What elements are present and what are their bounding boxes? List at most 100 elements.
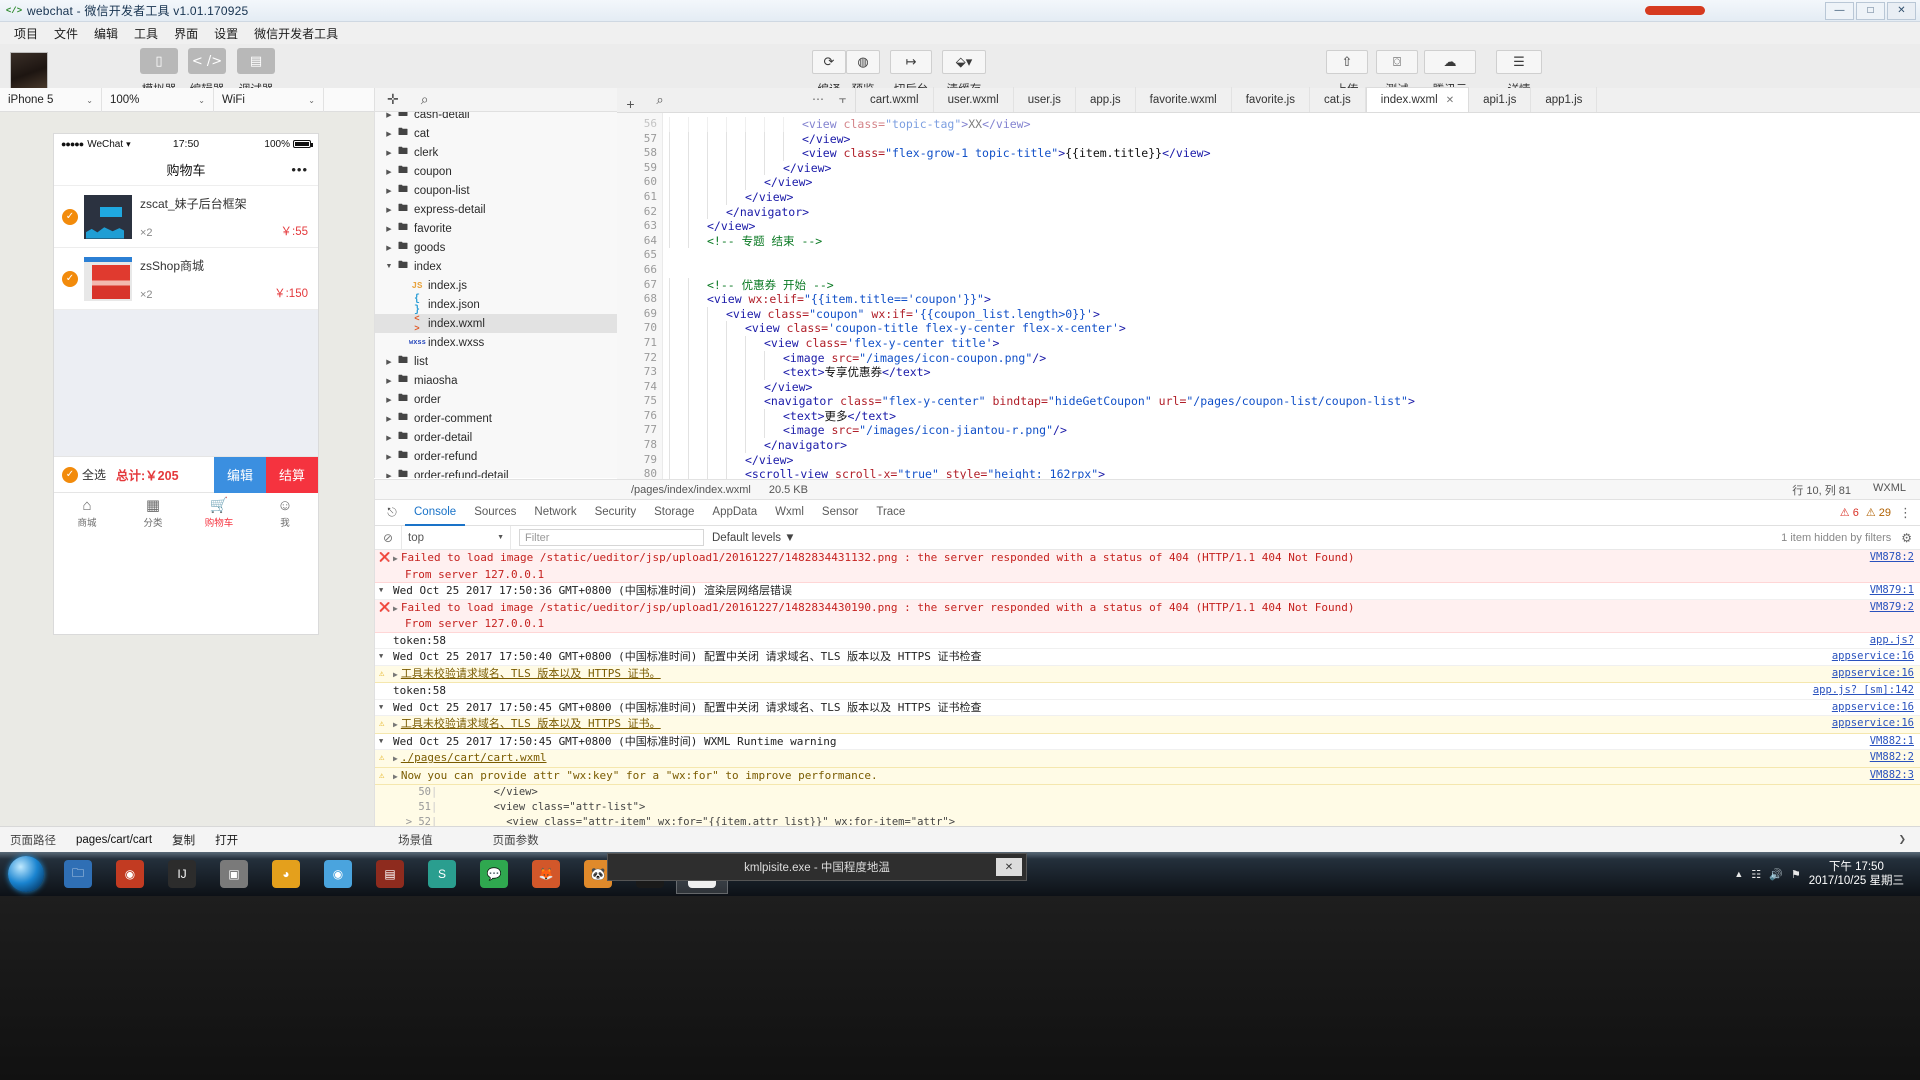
taskbar-window-icon[interactable]: ▣ [208, 854, 260, 894]
file-tree-folder[interactable]: ▶ 🖿 cat [375, 124, 617, 143]
code-line[interactable]: 68 <view wx:elif="{{item.title=='coupon'}… [617, 292, 1920, 307]
devtools-tab-trace[interactable]: Trace [867, 500, 914, 526]
editor-tab[interactable]: cat.js [1310, 87, 1366, 112]
file-tree-folder[interactable]: ▶ 🖿 cash-detail [375, 112, 617, 124]
console-log-source[interactable]: appservice:16 [1832, 716, 1914, 732]
code-line[interactable]: 72 <image src="/images/icon-coupon.png"/> [617, 350, 1920, 366]
expand-icon[interactable]: ▼ [379, 583, 383, 599]
console-log-entry[interactable]: ▼ Wed Oct 25 2017 17:50:36 GMT+0800 (中国标准… [375, 583, 1920, 600]
expand-icon[interactable]: ▼ [379, 649, 383, 665]
file-tree[interactable]: ▶ 🖿 cash-detail ▶ 🖿 cat ▶ 🖿 clerk ▶ 🖿 coupon ▶ 🖿 coupo… [374, 112, 617, 478]
console-log-source[interactable]: appservice:16 [1832, 649, 1914, 665]
file-tree-file[interactable]: wxss index.wxss [375, 333, 617, 352]
close-button[interactable]: ✕ [1887, 1, 1916, 20]
code-line[interactable]: 77 <image src="/images/icon-jiantou-r.png… [617, 423, 1920, 439]
taskbar-s-app-icon[interactable]: S [416, 854, 468, 894]
tabbar-item-cart[interactable]: 🛒 购物车 [186, 493, 252, 534]
file-tree-folder[interactable]: ▶ 🖿 order [375, 390, 617, 409]
console-log-source[interactable]: app.js? [sm]:142 [1813, 683, 1914, 699]
code-line[interactable]: 63 </view> [617, 219, 1920, 234]
menu-item-tools[interactable]: 工具 [126, 23, 166, 44]
chevron-right-icon[interactable]: ▶ [383, 377, 395, 385]
taskbar-tomcat-icon[interactable]: ◕ [260, 854, 312, 894]
chevron-right-icon[interactable]: ▶ [383, 225, 395, 233]
close-tab-icon[interactable]: ✕ [1446, 95, 1454, 106]
menu-item-devtool[interactable]: 微信开发者工具 [246, 23, 346, 44]
code-line[interactable]: 65 [617, 248, 1920, 263]
chevron-right-icon[interactable]: ▶ [383, 168, 395, 176]
chevron-right-icon[interactable]: ▶ [383, 187, 395, 195]
chevron-right-icon[interactable]: ▶ [383, 396, 395, 404]
devtools-menu-icon[interactable]: ⋮ [1899, 505, 1920, 521]
file-tree-file[interactable]: < > index.wxml [375, 314, 617, 334]
chevron-right-icon[interactable]: ❯ [1898, 834, 1920, 845]
add-file-icon[interactable]: ✛ [387, 91, 399, 108]
editor-tab[interactable]: user.js [1014, 87, 1076, 112]
chevron-right-icon[interactable]: ▶ [383, 149, 395, 157]
chevron-right-icon[interactable]: ▶ [383, 415, 395, 423]
code-line[interactable]: 67 <!-- 优惠券 开始 --> [617, 277, 1920, 293]
devtools-tab-sources[interactable]: Sources [465, 500, 525, 526]
editor-tab[interactable]: cart.wxml [856, 87, 934, 112]
taskbar-intellij-icon[interactable]: IJ [156, 854, 208, 894]
file-tree-folder[interactable]: ▶ 🖿 coupon [375, 162, 617, 181]
clear-console-icon[interactable]: ⊘ [375, 531, 401, 545]
expand-arrow-icon[interactable]: ▶ [393, 604, 398, 613]
editor-tab[interactable]: app1.js [1531, 87, 1598, 112]
project-avatar[interactable] [10, 52, 48, 90]
chevron-down-icon[interactable]: ▼ [383, 263, 395, 270]
console-log-source[interactable]: app.js? [1870, 633, 1914, 649]
expand-arrow-icon[interactable]: ▶ [393, 754, 398, 763]
menu-item-settings[interactable]: 设置 [206, 23, 246, 44]
editor-tab[interactable]: favorite.wxml [1136, 87, 1232, 112]
console-log-entry[interactable]: ⚠ ▶ 工具未校验请求域名、TLS 版本以及 HTTPS 证书。 appservice… [375, 716, 1920, 734]
code-line[interactable]: 60 </view> [617, 175, 1920, 190]
expand-arrow-icon[interactable]: ▶ [393, 670, 398, 679]
editor-tab[interactable]: app.js [1076, 87, 1136, 112]
console-log-list[interactable]: ❌ ▶ Failed to load image /static/ueditor/j… [375, 550, 1920, 826]
file-tree-folder[interactable]: ▼ 🖿 index [375, 257, 617, 276]
more-dots-icon[interactable]: ••• [291, 162, 308, 177]
gear-icon[interactable]: ⚙ [1901, 531, 1912, 545]
editor-tab[interactable]: index.wxml ✕ [1365, 87, 1470, 112]
file-tree-folder[interactable]: ▶ 🖿 order-comment [375, 409, 617, 428]
file-tree-file[interactable]: JS index.js [375, 276, 617, 295]
taskbar-clock[interactable]: 下午 17:50 2017/10/25 星期三 [1809, 860, 1910, 889]
console-log-entry[interactable]: ▼ Wed Oct 25 2017 17:50:40 GMT+0800 (中国标准… [375, 649, 1920, 666]
open-route-button[interactable]: 打开 [205, 832, 248, 848]
expand-icon[interactable]: ▼ [379, 734, 383, 750]
taskbar-file-explorer-icon[interactable]: 🗀 [52, 854, 104, 894]
editor-tab[interactable]: api1.js [1469, 87, 1532, 112]
split-editor-icon[interactable]: ⫟ [830, 87, 856, 112]
devtools-tab-security[interactable]: Security [586, 500, 646, 526]
menu-item-project[interactable]: 项目 [6, 23, 46, 44]
console-log-entry[interactable]: ⚠ ▶ Now you can provide attr "wx:key" for … [375, 767, 1920, 785]
tabbar-item-shop[interactable]: ⌂ 商城 [54, 493, 120, 534]
file-tree-folder[interactable]: ▶ 🖿 coupon-list [375, 181, 617, 200]
code-content[interactable]: 56 <view class="topic-tag">XX</view> 57 </v… [617, 117, 1920, 479]
menu-item-edit[interactable]: 编辑 [86, 23, 126, 44]
code-line[interactable]: 62 </navigator> [617, 204, 1920, 220]
console-log-entry[interactable]: ▼ Wed Oct 25 2017 17:50:45 GMT+0800 (中国标准… [375, 733, 1920, 750]
taskbar-chrome-icon[interactable]: ◉ [312, 854, 364, 894]
code-line[interactable]: 58 <view class="flex-grow-1 topic-title">… [617, 146, 1920, 161]
expand-icon[interactable]: ▼ [379, 700, 383, 716]
taskbar-browser-icon[interactable]: ◉ [104, 854, 156, 894]
console-log-entry[interactable]: ❌ ▶ Failed to load image /static/ueditor/j… [375, 599, 1920, 633]
code-editor[interactable]: 56 <view class="topic-tag">XX</view> 57 </v… [617, 113, 1920, 479]
file-tree-file[interactable]: { } index.json [375, 294, 617, 316]
devtools-tab-storage[interactable]: Storage [645, 500, 703, 526]
editor-tabs[interactable]: cart.wxml user.wxml user.js app.js favorite.… [856, 87, 1598, 112]
cart-edit-button[interactable]: 编辑 [214, 456, 266, 493]
file-tree-folder[interactable]: ▶ 🖿 list [375, 352, 617, 371]
file-tree-folder[interactable]: ▶ 🖿 goods [375, 238, 617, 257]
file-tree-folder[interactable]: ▶ 🖿 clerk [375, 143, 617, 162]
code-line[interactable]: 56 <view class="topic-tag">XX</view> [617, 117, 1920, 132]
console-log-entry[interactable]: ▼ Wed Oct 25 2017 17:50:45 GMT+0800 (中国标准… [375, 699, 1920, 716]
network-icon[interactable]: ☷ [1751, 868, 1761, 881]
show-hidden-icons-icon[interactable]: ▲ [1734, 869, 1743, 879]
devtools-tab-appdata[interactable]: AppData [703, 500, 766, 526]
code-line[interactable]: 78 </navigator> [617, 438, 1920, 453]
console-log-source[interactable]: VM878:2 [1870, 550, 1914, 566]
console-log-entry[interactable]: ⚠ ▶ ./pages/cart/cart.wxml VM882:2 [375, 750, 1920, 768]
